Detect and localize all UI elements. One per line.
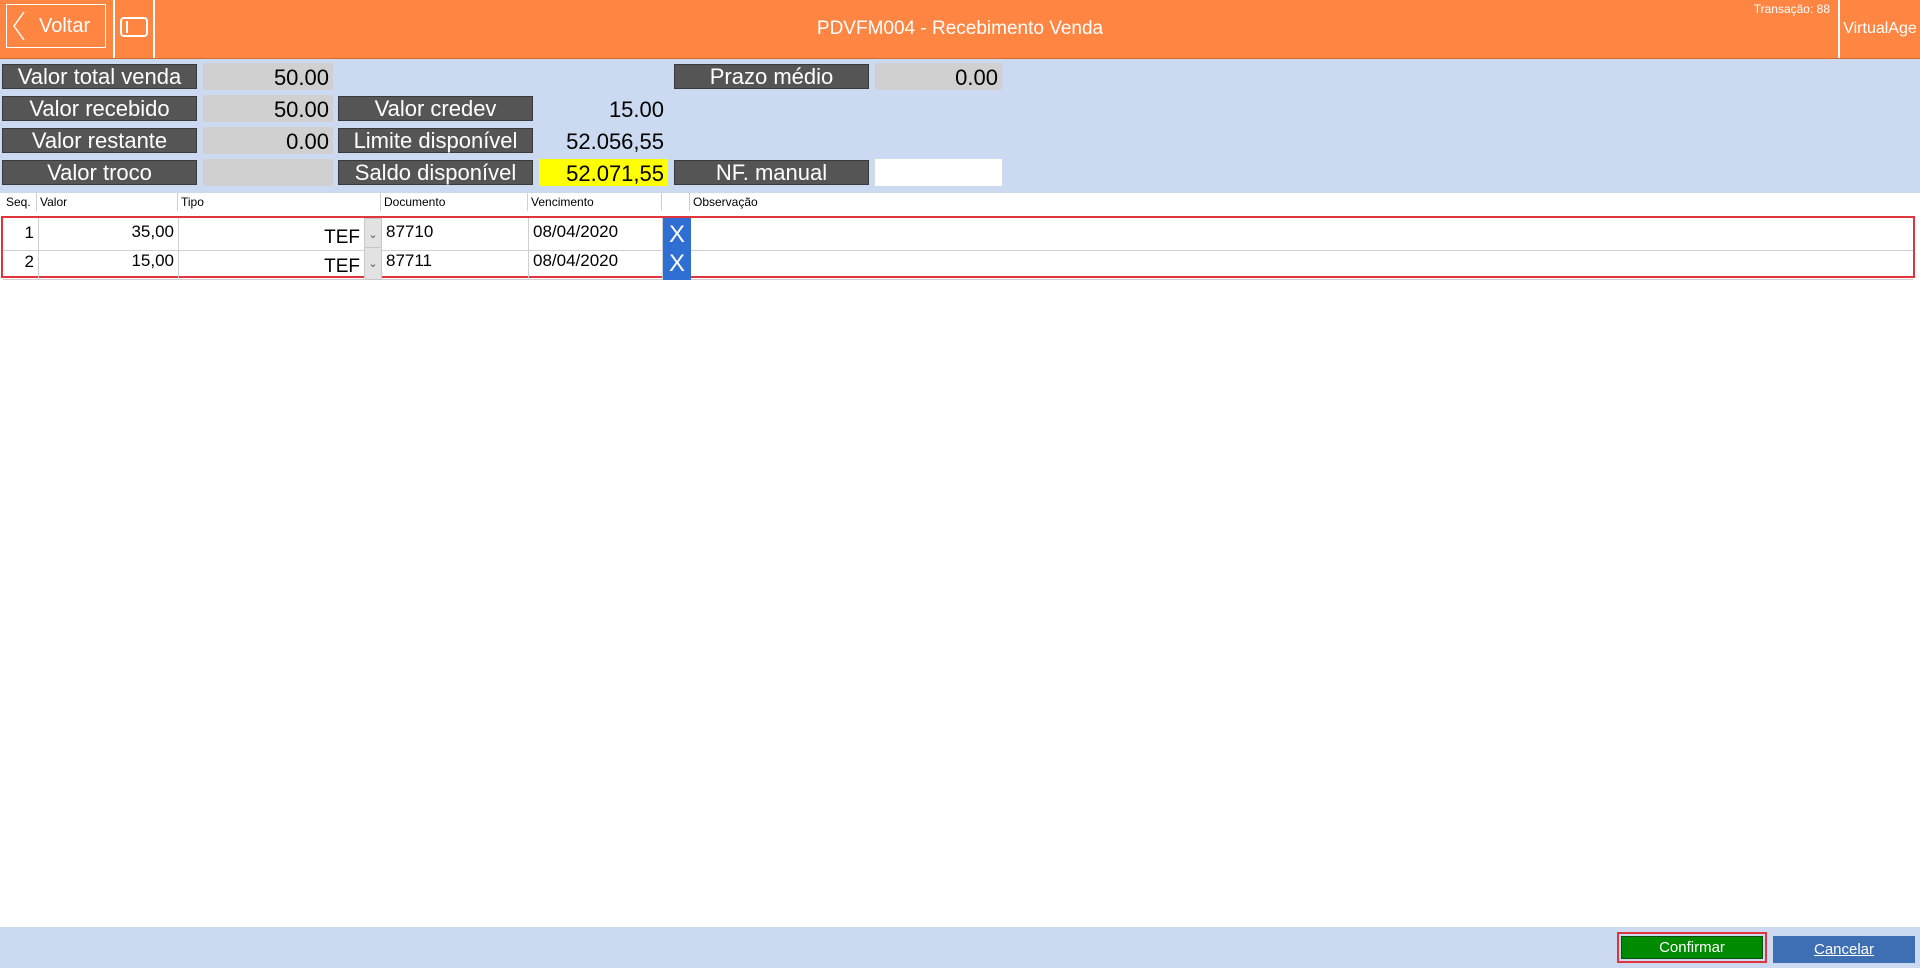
cell-vencimento-input[interactable]: 08/04/2020 [529,247,663,280]
table-row[interactable]: 2 15,00 TEF ⌄ 87711 08/04/2020 X [3,247,1913,280]
cell-tipo-select[interactable]: TEF [179,247,364,280]
value-valor-credev: 15.00 [608,97,664,122]
value-valor-recebido: 50.00 [203,95,333,122]
label-valor-credev: Valor credev [338,96,533,121]
column-header-seq: Seq. [6,195,31,209]
cell-observacao-input[interactable] [691,247,1913,280]
column-separator [380,193,381,211]
delete-row-button[interactable]: X [663,247,691,280]
value-valor-total-venda: 50.00 [203,63,333,90]
confirm-button-focus-frame: Confirmar [1617,932,1767,963]
column-header-observacao: Observação [693,195,758,209]
back-button-label: Voltar [39,14,91,37]
value-valor-restante: 0.00 [203,127,333,154]
label-valor-troco: Valor troco [2,160,197,185]
column-separator [527,193,528,211]
label-valor-total-venda: Valor total venda [2,64,197,89]
app-header: Voltar PDVFM004 - Recebimento Venda Tran… [0,0,1920,59]
column-header-tipo: Tipo [181,195,204,209]
transaction-label: Transação: 88 [1753,2,1830,16]
value-saldo-disponivel: 52.071,55 [539,159,668,186]
page-title: PDVFM004 - Recebimento Venda [816,18,1104,39]
label-valor-recebido: Valor recebido [2,96,197,121]
cell-documento-input[interactable]: 87711 [382,247,529,280]
value-valor-troco [203,159,333,186]
column-separator [661,193,662,211]
cell-seq: 2 [3,247,39,280]
chevron-left-icon [7,4,31,48]
column-header-vencimento: Vencimento [531,195,594,209]
chevron-down-icon: ⌄ [368,229,378,241]
label-saldo-disponivel: Saldo disponível [338,160,533,185]
back-button[interactable]: Voltar [6,4,106,48]
column-separator [36,193,37,211]
label-nf-manual: NF. manual [674,160,869,185]
cell-valor-input[interactable]: 15,00 [39,247,179,280]
confirm-button-label: Confirmar [1659,939,1725,956]
selected-rows-frame: 1 35,00 TEF ⌄ 87710 08/04/2020 X 2 15,00… [1,216,1915,280]
value-prazo-medio: 0.00 [875,63,1002,90]
toggle-panel-button[interactable] [113,0,155,58]
confirm-button[interactable]: Confirmar [1621,936,1763,959]
value-limite-disponivel: 52.056,55 [566,129,664,154]
label-prazo-medio: Prazo médio [674,64,869,89]
nf-manual-input[interactable] [875,159,1002,186]
chevron-down-icon: ⌄ [368,258,378,270]
column-header-valor: Valor [40,195,68,209]
column-header-documento: Documento [384,195,446,209]
column-separator [177,193,178,211]
close-icon: X [668,249,685,277]
label-limite-disponivel: Limite disponível [338,128,533,153]
footer-bar: Confirmar Cancelar [0,927,1920,968]
close-icon: X [668,220,685,248]
cancel-button[interactable]: Cancelar [1773,936,1915,963]
summary-panel: Valor total venda 50.00 Valor recebido 5… [0,59,1920,193]
cancel-button-label: Cancelar [1813,941,1875,958]
payments-grid: Seq. Valor Tipo Documento Vencimento Obs… [0,193,1920,927]
column-separator [689,193,690,211]
virtualage-button[interactable]: VirtualAge [1838,0,1920,58]
label-valor-restante: Valor restante [2,128,197,153]
panel-toggle-icon [120,16,148,42]
tipo-dropdown-button[interactable]: ⌄ [364,247,382,280]
